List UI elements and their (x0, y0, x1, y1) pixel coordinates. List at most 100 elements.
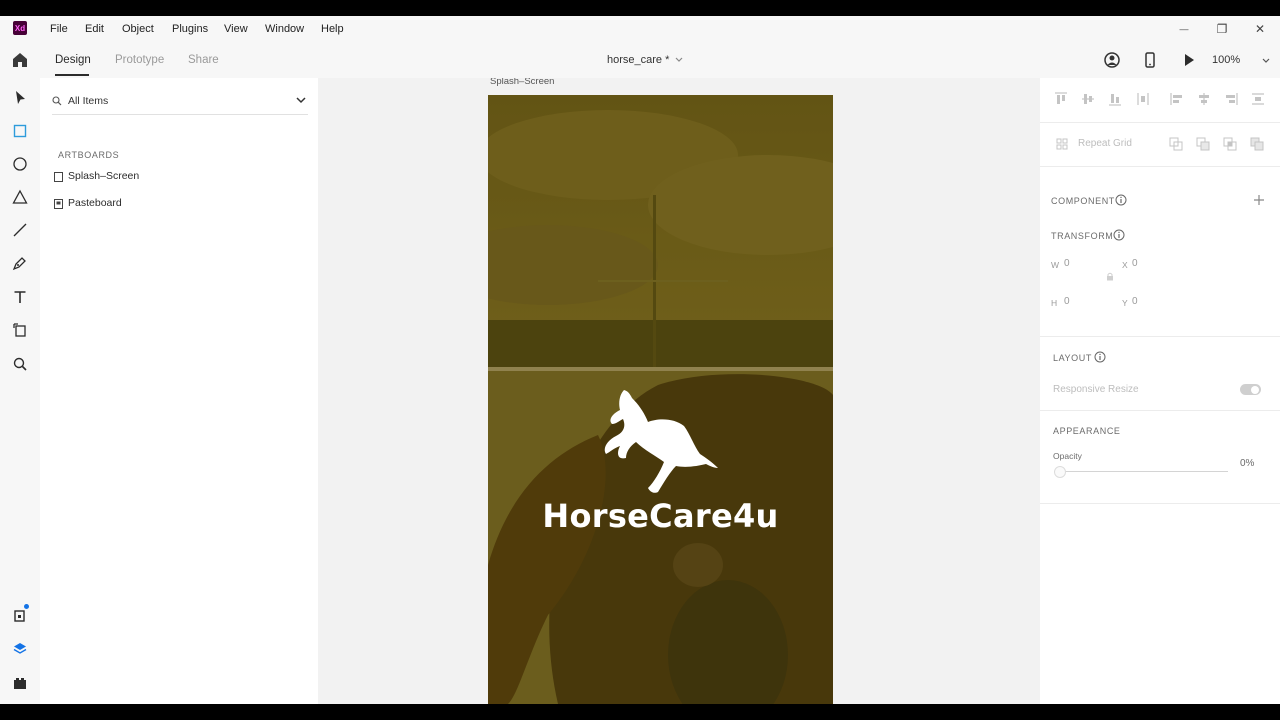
tab-prototype[interactable]: Prototype (115, 54, 164, 66)
zoom-tool[interactable] (10, 354, 30, 374)
opacity-value[interactable]: 0% (1240, 458, 1254, 469)
menu-plugins[interactable]: Plugins (172, 23, 208, 35)
tab-design[interactable]: Design (55, 54, 91, 66)
play-preview-button[interactable] (1181, 51, 1197, 69)
boolean-add-icon[interactable] (1169, 137, 1183, 151)
boolean-exclude-icon[interactable] (1250, 137, 1264, 151)
distribute-horizontal-icon[interactable] (1251, 92, 1265, 106)
artboards-section-title: ARTBOARDS (58, 150, 120, 160)
y-field[interactable]: 0 (1132, 296, 1138, 307)
x-field[interactable]: 0 (1132, 258, 1138, 269)
app-window: Xd File Edit Object Plugins View Window … (0, 16, 1280, 704)
artboard-tool[interactable] (10, 320, 30, 340)
width-field[interactable]: 0 (1064, 258, 1070, 269)
select-tool[interactable] (10, 88, 30, 108)
play-icon (1185, 54, 1194, 66)
info-icon[interactable] (1094, 351, 1106, 363)
plugins-button[interactable] (10, 673, 30, 693)
menu-view[interactable]: View (224, 23, 248, 35)
text-tool[interactable] (10, 287, 30, 307)
menu-help[interactable]: Help (321, 23, 344, 35)
responsive-resize-toggle[interactable] (1240, 384, 1261, 395)
close-icon: ✕ (1254, 22, 1266, 36)
menu-file[interactable]: File (50, 23, 68, 35)
height-label: H (1051, 298, 1058, 308)
opacity-label: Opacity (1053, 451, 1082, 461)
horse-logo-icon (604, 390, 718, 493)
document-title: horse_care * (607, 54, 670, 66)
layers-panel: All Items ARTBOARDS Splash–Screen Pasteb… (40, 78, 318, 704)
maximize-icon: ❐ (1216, 22, 1228, 36)
user-share-icon (1104, 52, 1120, 68)
height-field[interactable]: 0 (1064, 296, 1070, 307)
device-preview-button[interactable] (1143, 51, 1157, 69)
divider (1040, 503, 1280, 504)
boolean-intersect-icon[interactable] (1223, 137, 1237, 151)
add-component-icon[interactable] (1253, 194, 1265, 206)
align-top-icon[interactable] (1054, 92, 1068, 106)
layer-filter-label: All Items (68, 95, 109, 107)
tab-share[interactable]: Share (188, 54, 219, 66)
maximize-button[interactable]: ❐ (1212, 20, 1232, 38)
design-canvas[interactable]: Splash–Screen HorseCare4u (318, 78, 1040, 704)
triangle-icon (12, 189, 28, 204)
tab-design-underline (55, 74, 89, 76)
line-icon (13, 223, 27, 237)
artboard-tool-icon (13, 323, 26, 337)
transform-section-title: TRANSFORM (1051, 231, 1114, 241)
ellipse-tool[interactable] (10, 154, 30, 174)
opacity-slider-handle[interactable] (1054, 466, 1066, 478)
minimize-button[interactable]: — (1174, 20, 1194, 38)
rectangle-tool[interactable] (10, 121, 30, 141)
responsive-resize-label: Responsive Resize (1053, 384, 1139, 395)
divider (1040, 166, 1280, 167)
zoom-chevron-down-icon (1262, 58, 1270, 63)
pen-tool[interactable] (10, 253, 30, 273)
menu-window[interactable]: Window (265, 23, 304, 35)
distribute-vertical-icon[interactable] (1136, 92, 1150, 106)
align-right-icon[interactable] (1224, 92, 1238, 106)
align-bottom-icon[interactable] (1108, 92, 1122, 106)
layer-item-splash-screen[interactable]: Splash–Screen (52, 169, 302, 187)
boolean-subtract-icon[interactable] (1196, 137, 1210, 151)
plugins-icon (14, 678, 26, 689)
repeat-grid-icon (1056, 138, 1068, 150)
align-left-icon[interactable] (1170, 92, 1184, 106)
layer-item-pasteboard[interactable]: Pasteboard (52, 196, 302, 214)
layout-section-title: LAYOUT (1053, 353, 1092, 363)
menu-object[interactable]: Object (122, 23, 154, 35)
tools-toolbar (0, 78, 40, 704)
chevron-down-icon (296, 97, 306, 104)
artboard-splash-screen[interactable]: HorseCare4u (488, 95, 833, 704)
home-button[interactable] (11, 51, 29, 69)
divider (1040, 410, 1280, 411)
rectangle-icon (13, 124, 27, 138)
align-center-icon[interactable] (1197, 92, 1211, 106)
document-title-dropdown[interactable]: horse_care * (607, 54, 683, 66)
pasteboard-icon (54, 199, 63, 209)
share-user-button[interactable] (1103, 51, 1121, 69)
close-button[interactable]: ✕ (1250, 20, 1270, 38)
menu-edit[interactable]: Edit (85, 23, 104, 35)
repeat-grid-label: Repeat Grid (1078, 138, 1132, 149)
y-label: Y (1122, 298, 1128, 308)
zoom-value: 100% (1212, 54, 1241, 66)
repeat-grid-button[interactable]: Repeat Grid (1056, 136, 1156, 152)
assets-button[interactable] (10, 604, 30, 625)
brand-title-text: HorseCare4u (542, 497, 779, 535)
line-tool[interactable] (10, 220, 30, 240)
artboard-name-label[interactable]: Splash–Screen (490, 78, 554, 87)
lock-aspect-icon[interactable] (1106, 272, 1114, 281)
divider (1040, 336, 1280, 337)
chevron-down-icon (675, 57, 683, 62)
opacity-slider[interactable] (1054, 465, 1228, 478)
zoom-dropdown[interactable]: 100% (1211, 53, 1273, 69)
align-middle-icon[interactable] (1081, 92, 1095, 106)
info-icon[interactable] (1113, 229, 1125, 241)
polygon-tool[interactable] (10, 187, 30, 207)
select-arrow-icon (16, 91, 25, 104)
info-icon[interactable] (1115, 194, 1127, 206)
layers-icon (13, 643, 27, 654)
layers-button[interactable] (10, 639, 30, 659)
layer-filter-dropdown[interactable]: All Items (52, 92, 308, 115)
